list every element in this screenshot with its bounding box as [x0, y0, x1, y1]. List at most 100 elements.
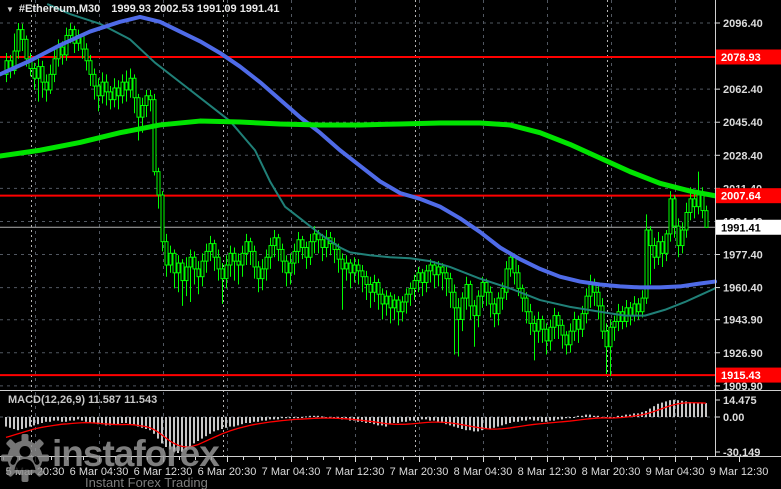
macd-bar — [401, 417, 403, 422]
macd-bar — [385, 417, 387, 427]
macd-bar — [13, 417, 15, 429]
candle-body — [488, 291, 493, 305]
candle-body — [344, 262, 349, 270]
candle-body — [608, 326, 613, 348]
macd-bar — [521, 417, 523, 421]
candle-body — [380, 293, 385, 305]
candle-body — [388, 295, 393, 309]
candle-body — [512, 256, 517, 274]
candle-body — [352, 264, 357, 274]
macd-bar — [421, 417, 423, 420]
candle-body — [192, 256, 197, 270]
macd-bar — [533, 417, 535, 421]
candle-body — [60, 46, 65, 56]
macd-bar — [33, 417, 35, 426]
macd-bar — [493, 417, 495, 428]
macd-signal-line — [5, 402, 707, 448]
candle-body — [464, 283, 469, 299]
macd-bar — [77, 417, 79, 420]
candle-body — [132, 77, 137, 99]
candle-body — [180, 262, 185, 282]
macd-bar — [513, 417, 515, 422]
macd-bar — [509, 417, 511, 423]
candle-body — [244, 241, 249, 254]
candle-body — [440, 266, 445, 274]
macd-bar — [269, 417, 271, 420]
candle-body — [144, 95, 149, 106]
macd-bar — [161, 417, 163, 444]
macd-bar — [297, 417, 299, 419]
candle-body — [612, 320, 617, 328]
macd-bar — [557, 417, 559, 420]
candle-body — [188, 256, 193, 268]
candle-body — [648, 229, 653, 247]
candle-body — [96, 85, 101, 97]
macd-indicator-label: MACD(12,26,9) 11.587 11.543 — [8, 394, 158, 406]
macd-bar — [589, 414, 591, 417]
mt4-chart-window: 2096.402062.402045.402028.402011.401994.… — [0, 0, 781, 489]
candle-body — [208, 243, 213, 252]
macd-bar — [265, 417, 267, 421]
ohlc-quotes: 1999.93 2002.53 1991.09 1991.41 — [111, 3, 280, 15]
candle-body — [56, 46, 61, 60]
macd-bar — [85, 417, 87, 422]
candle-body — [264, 256, 269, 270]
macd-bar — [189, 417, 191, 447]
candle-body — [260, 268, 265, 280]
macd-bar — [409, 417, 411, 421]
macd-bar — [57, 417, 59, 421]
ma-teal-line — [47, 3, 716, 317]
price-tick-label: 1960.40 — [723, 283, 763, 295]
price-tick-label: 2045.40 — [723, 117, 763, 129]
candle-body — [620, 311, 625, 322]
candle-body — [140, 104, 145, 118]
macd-bar — [313, 415, 315, 417]
macd-bar — [561, 417, 563, 420]
candle-body — [52, 58, 57, 75]
macd-bar — [21, 417, 23, 429]
time-tick-label: 7 Mar 04:30 — [262, 466, 321, 478]
candle-body — [496, 297, 501, 315]
macd-bar — [177, 417, 179, 453]
price-tick-label: 2062.40 — [723, 84, 763, 96]
candle-body — [404, 293, 409, 303]
macd-bar — [549, 417, 551, 421]
macd-bar — [429, 417, 431, 421]
macd-bar — [453, 417, 455, 427]
macd-bar — [293, 417, 295, 419]
macd-bar — [61, 417, 63, 422]
macd-bar — [197, 417, 199, 441]
macd-bar — [517, 417, 519, 422]
macd-bar — [153, 417, 155, 434]
candle-body — [444, 272, 449, 280]
candle-body — [480, 282, 485, 297]
candle-body — [456, 307, 461, 320]
macd-bar — [457, 417, 459, 428]
macd-bar — [301, 417, 303, 418]
macd-bar — [369, 417, 371, 423]
macd-bar — [449, 417, 451, 426]
candle-body — [420, 272, 425, 284]
macd-bar — [405, 417, 407, 422]
price-tick-label: 2096.40 — [723, 18, 763, 30]
macd-bar — [501, 417, 503, 426]
macd-bar — [173, 417, 175, 452]
chart-canvas[interactable]: 2096.402062.402045.402028.402011.401994.… — [0, 0, 781, 489]
symbol-dropdown-icon[interactable]: ▼ — [6, 5, 14, 14]
macd-bar — [669, 400, 671, 417]
candle-body — [432, 264, 437, 276]
candle-body — [360, 270, 365, 278]
candle-body — [604, 330, 609, 348]
price-tick-label: 1926.90 — [723, 348, 763, 360]
macd-scale-label: 14.475 — [723, 395, 757, 407]
candle-body — [348, 262, 353, 274]
red-level-badge-label: 1915.43 — [721, 370, 761, 382]
macd-bar — [461, 417, 463, 429]
candle-body — [296, 239, 301, 252]
macd-bar — [473, 417, 475, 432]
candlesticks — [4, 23, 709, 376]
price-tick-label: 1943.90 — [723, 315, 763, 327]
macd-bar — [225, 417, 227, 428]
candle-body — [476, 295, 481, 317]
candle-body — [276, 237, 281, 250]
